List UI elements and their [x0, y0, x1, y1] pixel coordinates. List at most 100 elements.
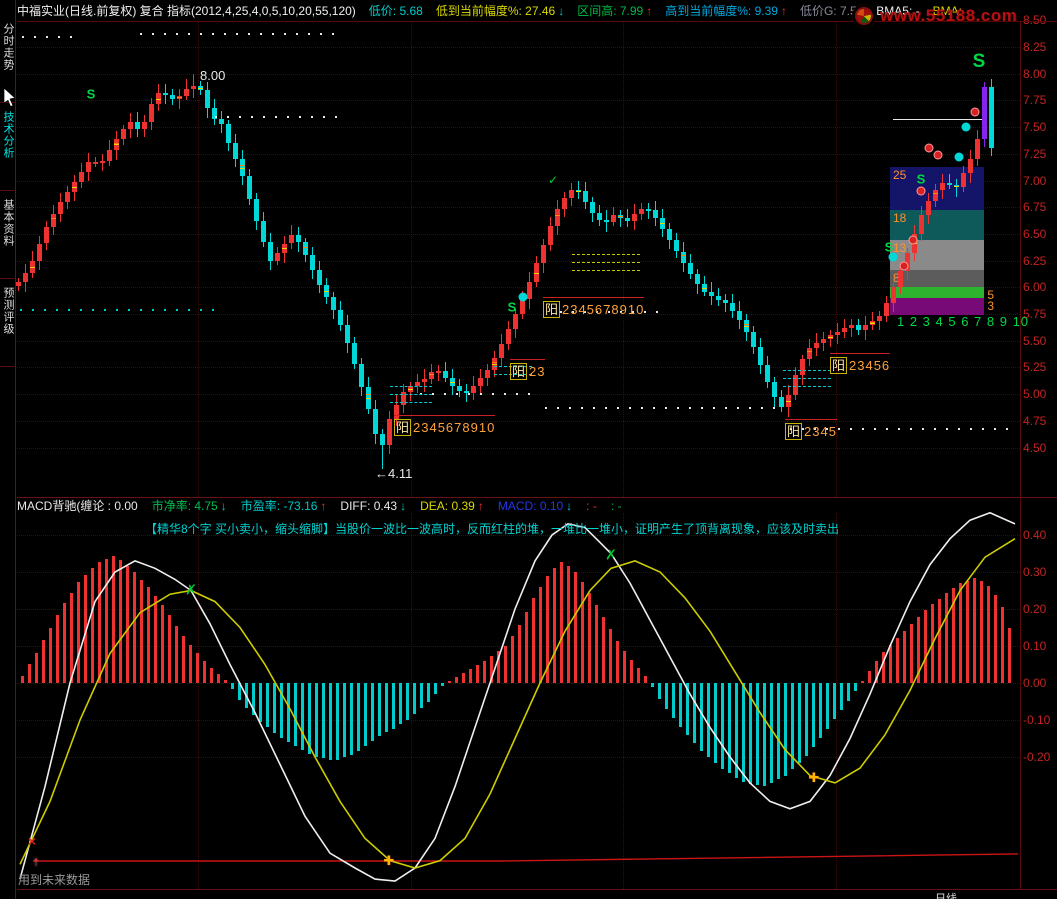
macd-histogram-bar: [77, 582, 80, 683]
candle-body: [821, 339, 826, 343]
price-gridline: [17, 153, 1020, 155]
macd-histogram-bar: [560, 561, 563, 683]
macd-histogram-bar: [539, 586, 542, 683]
candle-indicator-tick: [240, 167, 245, 169]
candle-indicator-tick: [555, 214, 560, 216]
macd-histogram-bar: [259, 683, 262, 722]
macd-green-x-marker: ✗: [605, 546, 617, 563]
macd-histogram-bar: [742, 683, 745, 782]
price-axis-label: 6.25: [1023, 253, 1047, 268]
header-field: 低到当前幅度%: 27.46 ↓: [435, 3, 565, 19]
candle: [422, 369, 427, 392]
candle: [289, 225, 294, 250]
macd-histogram-bar: [532, 598, 535, 683]
macd-histogram-bar: [616, 640, 619, 683]
macd-histogram-bar: [343, 683, 346, 758]
candle-body: [23, 272, 28, 282]
macd-histogram-bar: [1001, 607, 1004, 683]
candle: [730, 294, 735, 319]
price-gridline: [17, 207, 1020, 209]
candle-body: [443, 370, 448, 379]
sell-dot-marker: [908, 235, 918, 245]
candle-indicator-tick: [786, 401, 791, 403]
indicator-dash-line: [390, 386, 432, 387]
macd-histogram-bar: [910, 624, 913, 683]
candle-body: [779, 397, 784, 408]
header-field: 低价: 5.68: [368, 4, 423, 18]
candle: [744, 313, 749, 341]
macd-cross-marker: ✚: [383, 853, 395, 868]
candle: [240, 149, 245, 185]
macd-histogram-bar: [504, 646, 507, 683]
macd-histogram-bar: [861, 680, 864, 683]
price-axis-label: 6.75: [1023, 200, 1047, 215]
macd-histogram-bar: [679, 683, 682, 728]
macd-histogram-bar: [301, 683, 304, 750]
macd-cross-marker: ✚: [808, 770, 820, 785]
candle: [23, 264, 28, 292]
sidebar-tab-技术分析[interactable]: 技术分析: [0, 111, 15, 191]
candle-body: [604, 220, 609, 223]
macd-histogram-bar: [392, 683, 395, 729]
macd-histogram-bar: [973, 577, 976, 683]
sell-dot-marker: [933, 150, 943, 160]
macd-histogram-bar: [266, 683, 269, 728]
macd-histogram-bar: [56, 614, 59, 683]
price-axis-label: 6.00: [1023, 280, 1047, 295]
macd-header-field: MACD背驰(缠论 : 0.00: [17, 499, 138, 513]
candle: [471, 376, 476, 401]
watermark-text: www.55188.com: [880, 6, 1018, 25]
candle-body: [856, 325, 861, 331]
candle-body: [373, 409, 378, 435]
macd-histogram-bar: [168, 615, 171, 683]
macd-histogram-bar: [133, 572, 136, 683]
macd-histogram-bar: [406, 683, 409, 720]
macd-red-x-marker: ×: [27, 833, 37, 849]
macd-annotation-text: 【精华8个字 买小卖小，缩头缩脚】当股价一波比一波高时，反而红柱的堆，一堆比一堆…: [145, 522, 840, 536]
candle-body: [485, 369, 490, 379]
candle: [926, 193, 931, 225]
period-selector[interactable]: 日线: [935, 890, 957, 899]
candle: [975, 129, 980, 166]
candle: [37, 236, 42, 271]
candle-body: [863, 325, 868, 330]
candle: [135, 112, 140, 137]
macd-histogram-bar: [245, 683, 248, 708]
candle-body: [37, 243, 42, 261]
price-band-label: 25: [893, 168, 907, 182]
macd-histogram-bar: [1008, 627, 1011, 683]
candle: [359, 357, 364, 397]
sidebar-tab-基本资料[interactable]: 基本资料: [0, 199, 15, 279]
macd-histogram-bar: [217, 674, 220, 683]
candle: [583, 182, 588, 209]
candle: [695, 269, 700, 294]
vertical-gridline: [836, 513, 837, 889]
chart-layers[interactable]: 8.50 8.25 8.00 7.75 7.50 7.25 7.00 6.75 6.50 6.25…: [0, 0, 1057, 899]
candle-indicator-tick: [282, 248, 287, 250]
candle-body: [296, 234, 301, 243]
macd-histogram-bar: [546, 576, 549, 683]
macd-histogram-bar: [441, 683, 444, 687]
sell-signal-letter: S: [916, 171, 926, 187]
macd-histogram-bar: [448, 680, 451, 683]
candle-body: [121, 129, 126, 139]
candle: [779, 389, 784, 412]
candle: [86, 153, 91, 182]
sidebar-tab-预测评级[interactable]: 预测评级: [0, 287, 15, 367]
macd-histogram-bar: [686, 683, 689, 736]
candle-body: [597, 213, 602, 220]
candle-body: [842, 327, 847, 332]
candle-body: [499, 343, 504, 359]
candle-body: [667, 229, 672, 241]
buy-dot-marker: [518, 292, 528, 302]
candle: [387, 411, 392, 454]
price-gridline: [17, 233, 1020, 235]
macd-histogram-bar: [469, 669, 472, 683]
candle: [555, 200, 560, 235]
candle: [373, 400, 378, 444]
candle-body: [919, 215, 924, 234]
candle-body: [191, 85, 196, 89]
candle: [142, 114, 147, 138]
candle-indicator-tick: [954, 185, 959, 187]
candle-body: [16, 281, 21, 287]
